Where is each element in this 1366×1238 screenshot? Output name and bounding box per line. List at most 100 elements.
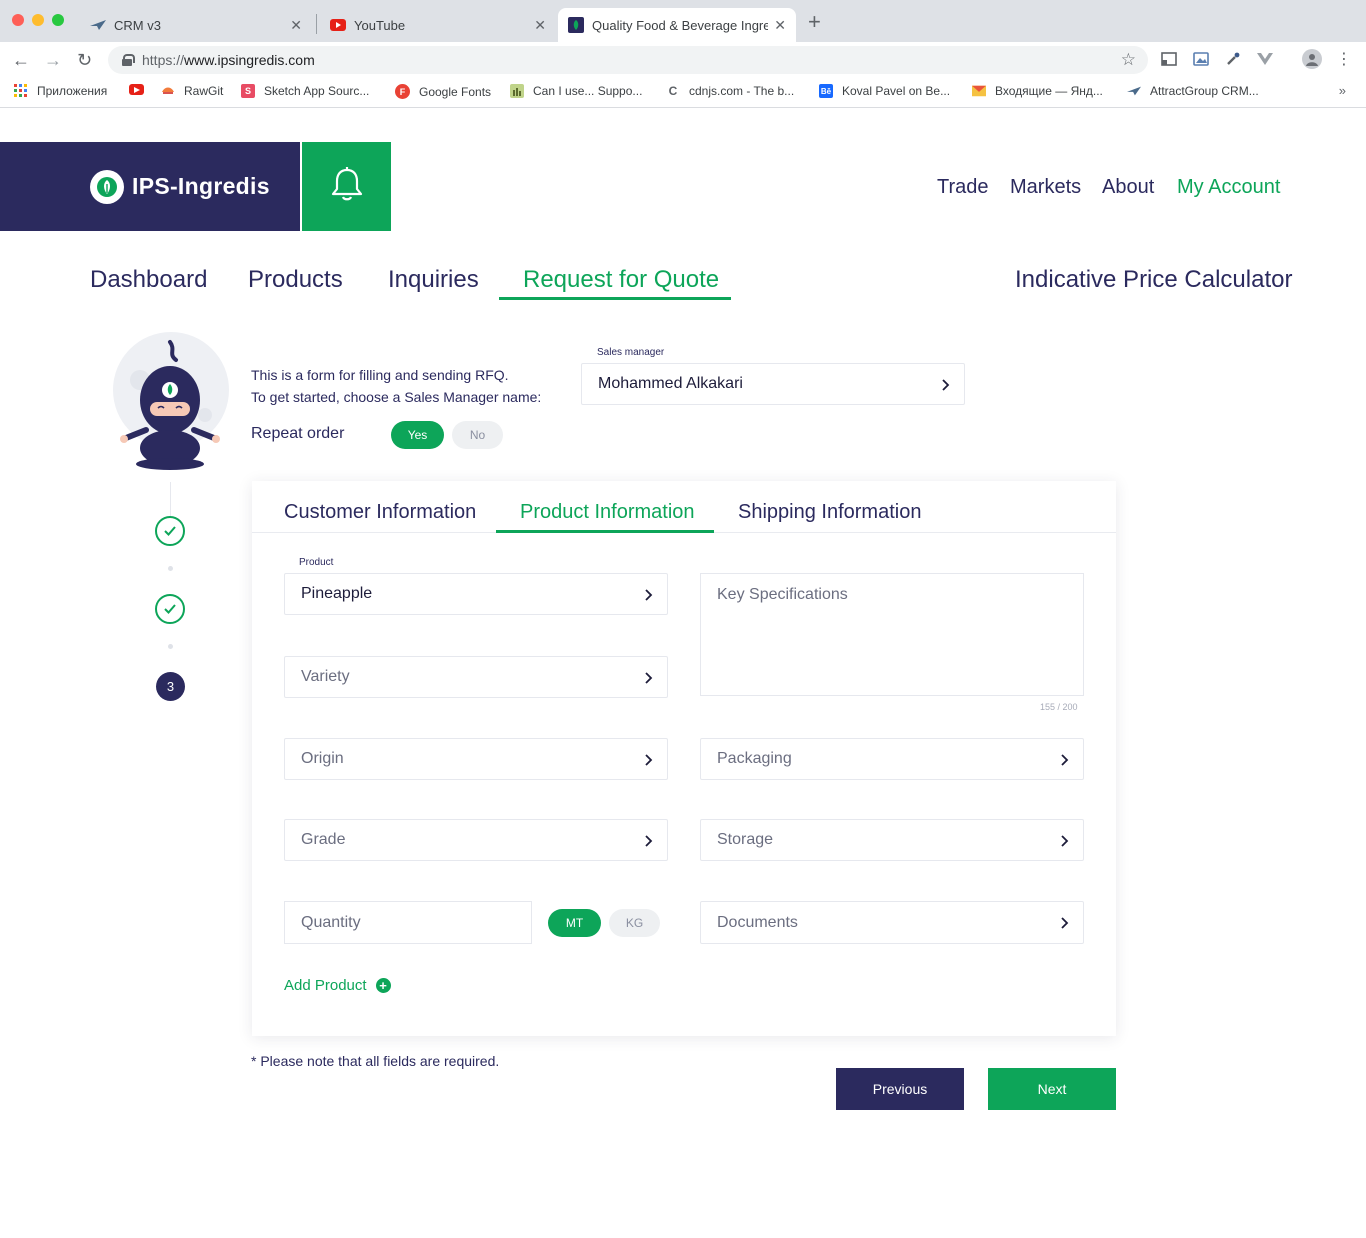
previous-button[interactable]: Previous	[836, 1068, 964, 1110]
nav-about[interactable]: About	[1102, 176, 1154, 199]
browser-tab-youtube[interactable]: YouTube ✕	[320, 8, 556, 42]
ninja-mascot-illustration	[110, 330, 232, 480]
close-icon[interactable]: ✕	[534, 17, 546, 34]
step-1-complete[interactable]	[155, 516, 185, 546]
bookmark-label: Can I use... Suppo...	[533, 84, 643, 98]
tab-inquiries[interactable]: Inquiries	[388, 266, 479, 294]
nav-markets[interactable]: Markets	[1010, 176, 1081, 199]
youtube-icon	[330, 17, 346, 33]
unit-mt-toggle[interactable]: MT	[548, 909, 601, 937]
stepper-line	[170, 482, 171, 516]
next-button[interactable]: Next	[988, 1068, 1116, 1110]
stepper-dot	[168, 566, 173, 571]
tab-shipping-information[interactable]: Shipping Information	[738, 501, 921, 524]
new-tab-button[interactable]: +	[808, 11, 821, 33]
packaging-select[interactable]: Packaging	[700, 738, 1084, 780]
address-bar[interactable]: https://www.ipsingredis.com ☆	[108, 46, 1148, 74]
bookmarks-overflow-button[interactable]: »	[1339, 83, 1346, 98]
bookmark-yandex-mail[interactable]: Входящие — Янд...	[972, 84, 1103, 98]
image-extension-icon[interactable]	[1192, 50, 1210, 68]
close-icon[interactable]: ✕	[290, 17, 302, 34]
bookmark-google-fonts[interactable]: F Google Fonts	[395, 84, 491, 99]
grade-select[interactable]: Grade	[284, 819, 668, 861]
add-product-button[interactable]: Add Product +	[284, 977, 391, 994]
tab-title: Quality Food & Beverage Ingre	[592, 17, 768, 33]
tab-title: CRM v3	[114, 17, 161, 33]
attract-icon	[1127, 84, 1141, 98]
bookmark-label: cdnjs.com - The b...	[689, 84, 795, 98]
quantity-placeholder: Quantity	[301, 913, 361, 931]
site-logo[interactable]: IPS-Ingredis	[0, 142, 300, 231]
unit-kg-toggle[interactable]: KG	[609, 909, 660, 937]
bookmark-cdnjs[interactable]: C cdnjs.com - The b...	[666, 84, 795, 98]
cdnjs-icon: C	[668, 84, 678, 98]
documents-placeholder: Documents	[717, 913, 798, 931]
bookmark-rawgit[interactable]: RawGit	[161, 84, 223, 98]
eyedropper-icon[interactable]	[1224, 50, 1242, 68]
browser-tab-crm[interactable]: CRM v3 ✕	[80, 8, 312, 42]
indicative-price-calculator-link[interactable]: Indicative Price Calculator	[1015, 266, 1292, 294]
repeat-order-no-toggle[interactable]: No	[452, 421, 503, 449]
active-tab-indicator	[499, 297, 731, 300]
menu-kebab-icon[interactable]: ⋮	[1335, 50, 1353, 68]
lock-icon	[122, 54, 135, 66]
bookmark-youtube[interactable]	[129, 84, 153, 95]
behance-icon: Bē	[819, 84, 833, 98]
tab-dashboard[interactable]: Dashboard	[90, 266, 207, 294]
documents-select[interactable]: Documents	[700, 901, 1084, 944]
forward-icon[interactable]: →	[44, 50, 62, 70]
brand-name: IPS-Ingredis	[132, 173, 270, 199]
tab-product-information[interactable]: Product Information	[520, 501, 695, 524]
plus-circle-icon: +	[375, 978, 391, 993]
bookmark-label: AttractGroup CRM...	[1150, 84, 1259, 98]
chevron-right-icon	[645, 754, 653, 766]
bookmark-sketch-app-sources[interactable]: S Sketch App Sourc...	[241, 84, 369, 98]
nav-trade[interactable]: Trade	[937, 176, 989, 199]
notifications-button[interactable]	[302, 142, 391, 231]
step-3-current[interactable]: 3	[156, 672, 185, 701]
tab-request-for-quote[interactable]: Request for Quote	[523, 266, 719, 294]
bookmark-apps[interactable]: Приложения	[14, 84, 107, 98]
url-scheme: https://	[142, 52, 185, 68]
profile-avatar[interactable]	[1302, 49, 1322, 69]
chevron-right-icon	[1061, 917, 1069, 929]
intro-line-1: This is a form for filling and sending R…	[251, 367, 509, 383]
bookmark-attractgroup-crm[interactable]: AttractGroup CRM...	[1127, 84, 1259, 98]
minimize-window-button[interactable]	[32, 14, 44, 26]
key-specifications-textarea[interactable]: Key Specifications	[700, 573, 1084, 696]
origin-select[interactable]: Origin	[284, 738, 668, 780]
sales-manager-select[interactable]: Mohammed Alkakari	[581, 363, 965, 405]
step-2-complete[interactable]	[155, 594, 185, 624]
product-select[interactable]: Pineapple	[284, 573, 668, 615]
key-specifications-placeholder: Key Specifications	[717, 586, 848, 603]
chevron-right-icon	[942, 379, 950, 391]
close-window-button[interactable]	[12, 14, 24, 26]
bookmark-behance[interactable]: Bē Koval Pavel on Be...	[819, 84, 950, 98]
storage-select[interactable]: Storage	[700, 819, 1084, 861]
storage-placeholder: Storage	[717, 831, 774, 848]
repeat-order-yes-toggle[interactable]: Yes	[391, 421, 444, 449]
bookmark-star-icon[interactable]: ☆	[1121, 50, 1136, 70]
close-icon[interactable]: ✕	[774, 17, 786, 34]
bookmark-label: Koval Pavel on Be...	[842, 84, 951, 98]
quantity-input[interactable]: Quantity	[284, 901, 532, 944]
browser-tab-ipsingredis[interactable]: Quality Food & Beverage Ingre ✕	[558, 8, 796, 42]
sales-manager-value: Mohammed Alkakari	[598, 375, 743, 392]
bookmark-caniuse[interactable]: Can I use... Suppo...	[510, 84, 642, 98]
reload-icon[interactable]: ↻	[77, 50, 92, 70]
leaf-logo-icon	[90, 169, 124, 204]
tab-customer-information[interactable]: Customer Information	[284, 501, 476, 524]
step-number: 3	[166, 679, 175, 694]
cast-icon[interactable]	[1160, 50, 1178, 68]
tab-products[interactable]: Products	[248, 266, 343, 294]
tab-title: YouTube	[354, 17, 406, 33]
browser-tab-strip: CRM v3 ✕ YouTube ✕ Quality Food & Bevera…	[0, 0, 1366, 42]
product-value: Pineapple	[301, 585, 373, 602]
back-icon[interactable]: ←	[12, 50, 30, 70]
bell-icon	[330, 166, 364, 207]
vue-devtools-icon[interactable]	[1256, 50, 1274, 68]
nav-my-account[interactable]: My Account	[1177, 176, 1280, 199]
variety-select[interactable]: Variety	[284, 656, 668, 698]
chevron-right-icon	[1061, 835, 1069, 847]
maximize-window-button[interactable]	[52, 14, 64, 26]
